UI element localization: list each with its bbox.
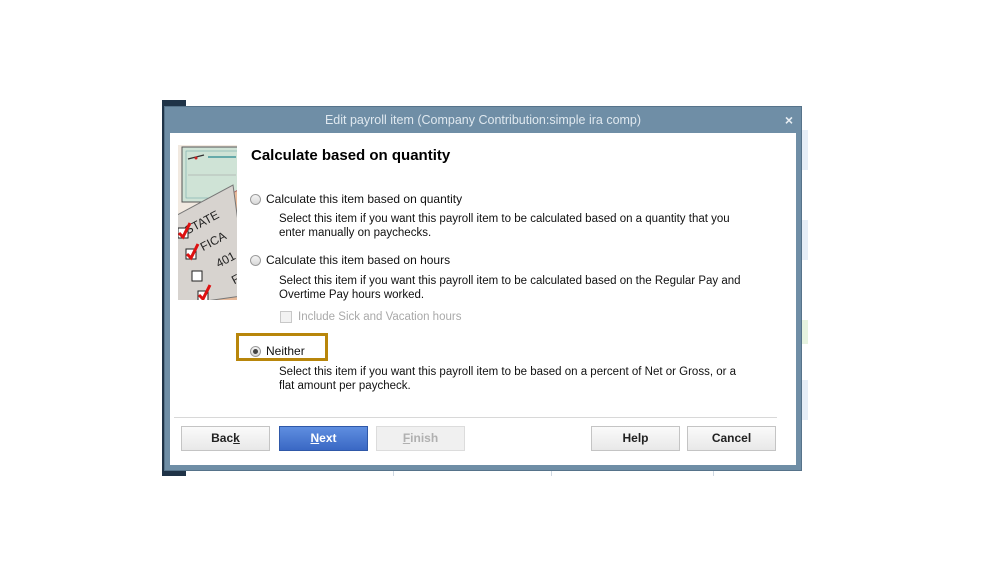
divider bbox=[174, 417, 777, 418]
radio-label: Calculate this item based on quantity bbox=[266, 192, 463, 206]
back-button[interactable]: Back bbox=[181, 426, 270, 451]
dialog-content: STATE FICA 401 F Calculate based on quan… bbox=[170, 133, 796, 465]
background-row bbox=[802, 130, 808, 170]
include-sick-vacation-checkbox[interactable]: Include Sick and Vacation hours bbox=[280, 311, 461, 323]
radio-quantity[interactable]: Calculate this item based on quantity bbox=[250, 192, 462, 206]
option-description: Select this item if you want this payrol… bbox=[279, 366, 737, 392]
radio-neither[interactable]: Neither bbox=[250, 344, 305, 358]
checkbox-label: Include Sick and Vacation hours bbox=[298, 311, 462, 323]
background-row bbox=[802, 380, 808, 420]
edit-payroll-item-dialog: Edit payroll item (Company Contribution:… bbox=[164, 106, 802, 471]
close-icon[interactable]: × bbox=[785, 107, 793, 133]
finish-button[interactable]: Finish bbox=[376, 426, 465, 451]
payroll-illustration: STATE FICA 401 F bbox=[178, 145, 237, 300]
option-description: Select this item if you want this payrol… bbox=[279, 275, 741, 301]
help-button[interactable]: Help bbox=[591, 426, 680, 451]
dialog-title: Edit payroll item (Company Contribution:… bbox=[324, 113, 642, 127]
radio-button[interactable] bbox=[250, 193, 261, 205]
cancel-button[interactable]: Cancel bbox=[687, 426, 776, 451]
radio-button-selected[interactable] bbox=[250, 345, 261, 357]
option-description: Select this item if you want this payrol… bbox=[279, 213, 730, 239]
radio-label: Calculate this item based on hours bbox=[266, 253, 451, 267]
background-row bbox=[802, 220, 808, 260]
radio-hours[interactable]: Calculate this item based on hours bbox=[250, 253, 450, 267]
page-heading: Calculate based on quantity bbox=[251, 147, 451, 164]
next-button[interactable]: Next bbox=[279, 426, 368, 451]
radio-label: Neither bbox=[266, 344, 305, 358]
checkbox[interactable] bbox=[280, 311, 292, 323]
background-row bbox=[802, 320, 808, 344]
radio-button[interactable] bbox=[250, 254, 261, 266]
